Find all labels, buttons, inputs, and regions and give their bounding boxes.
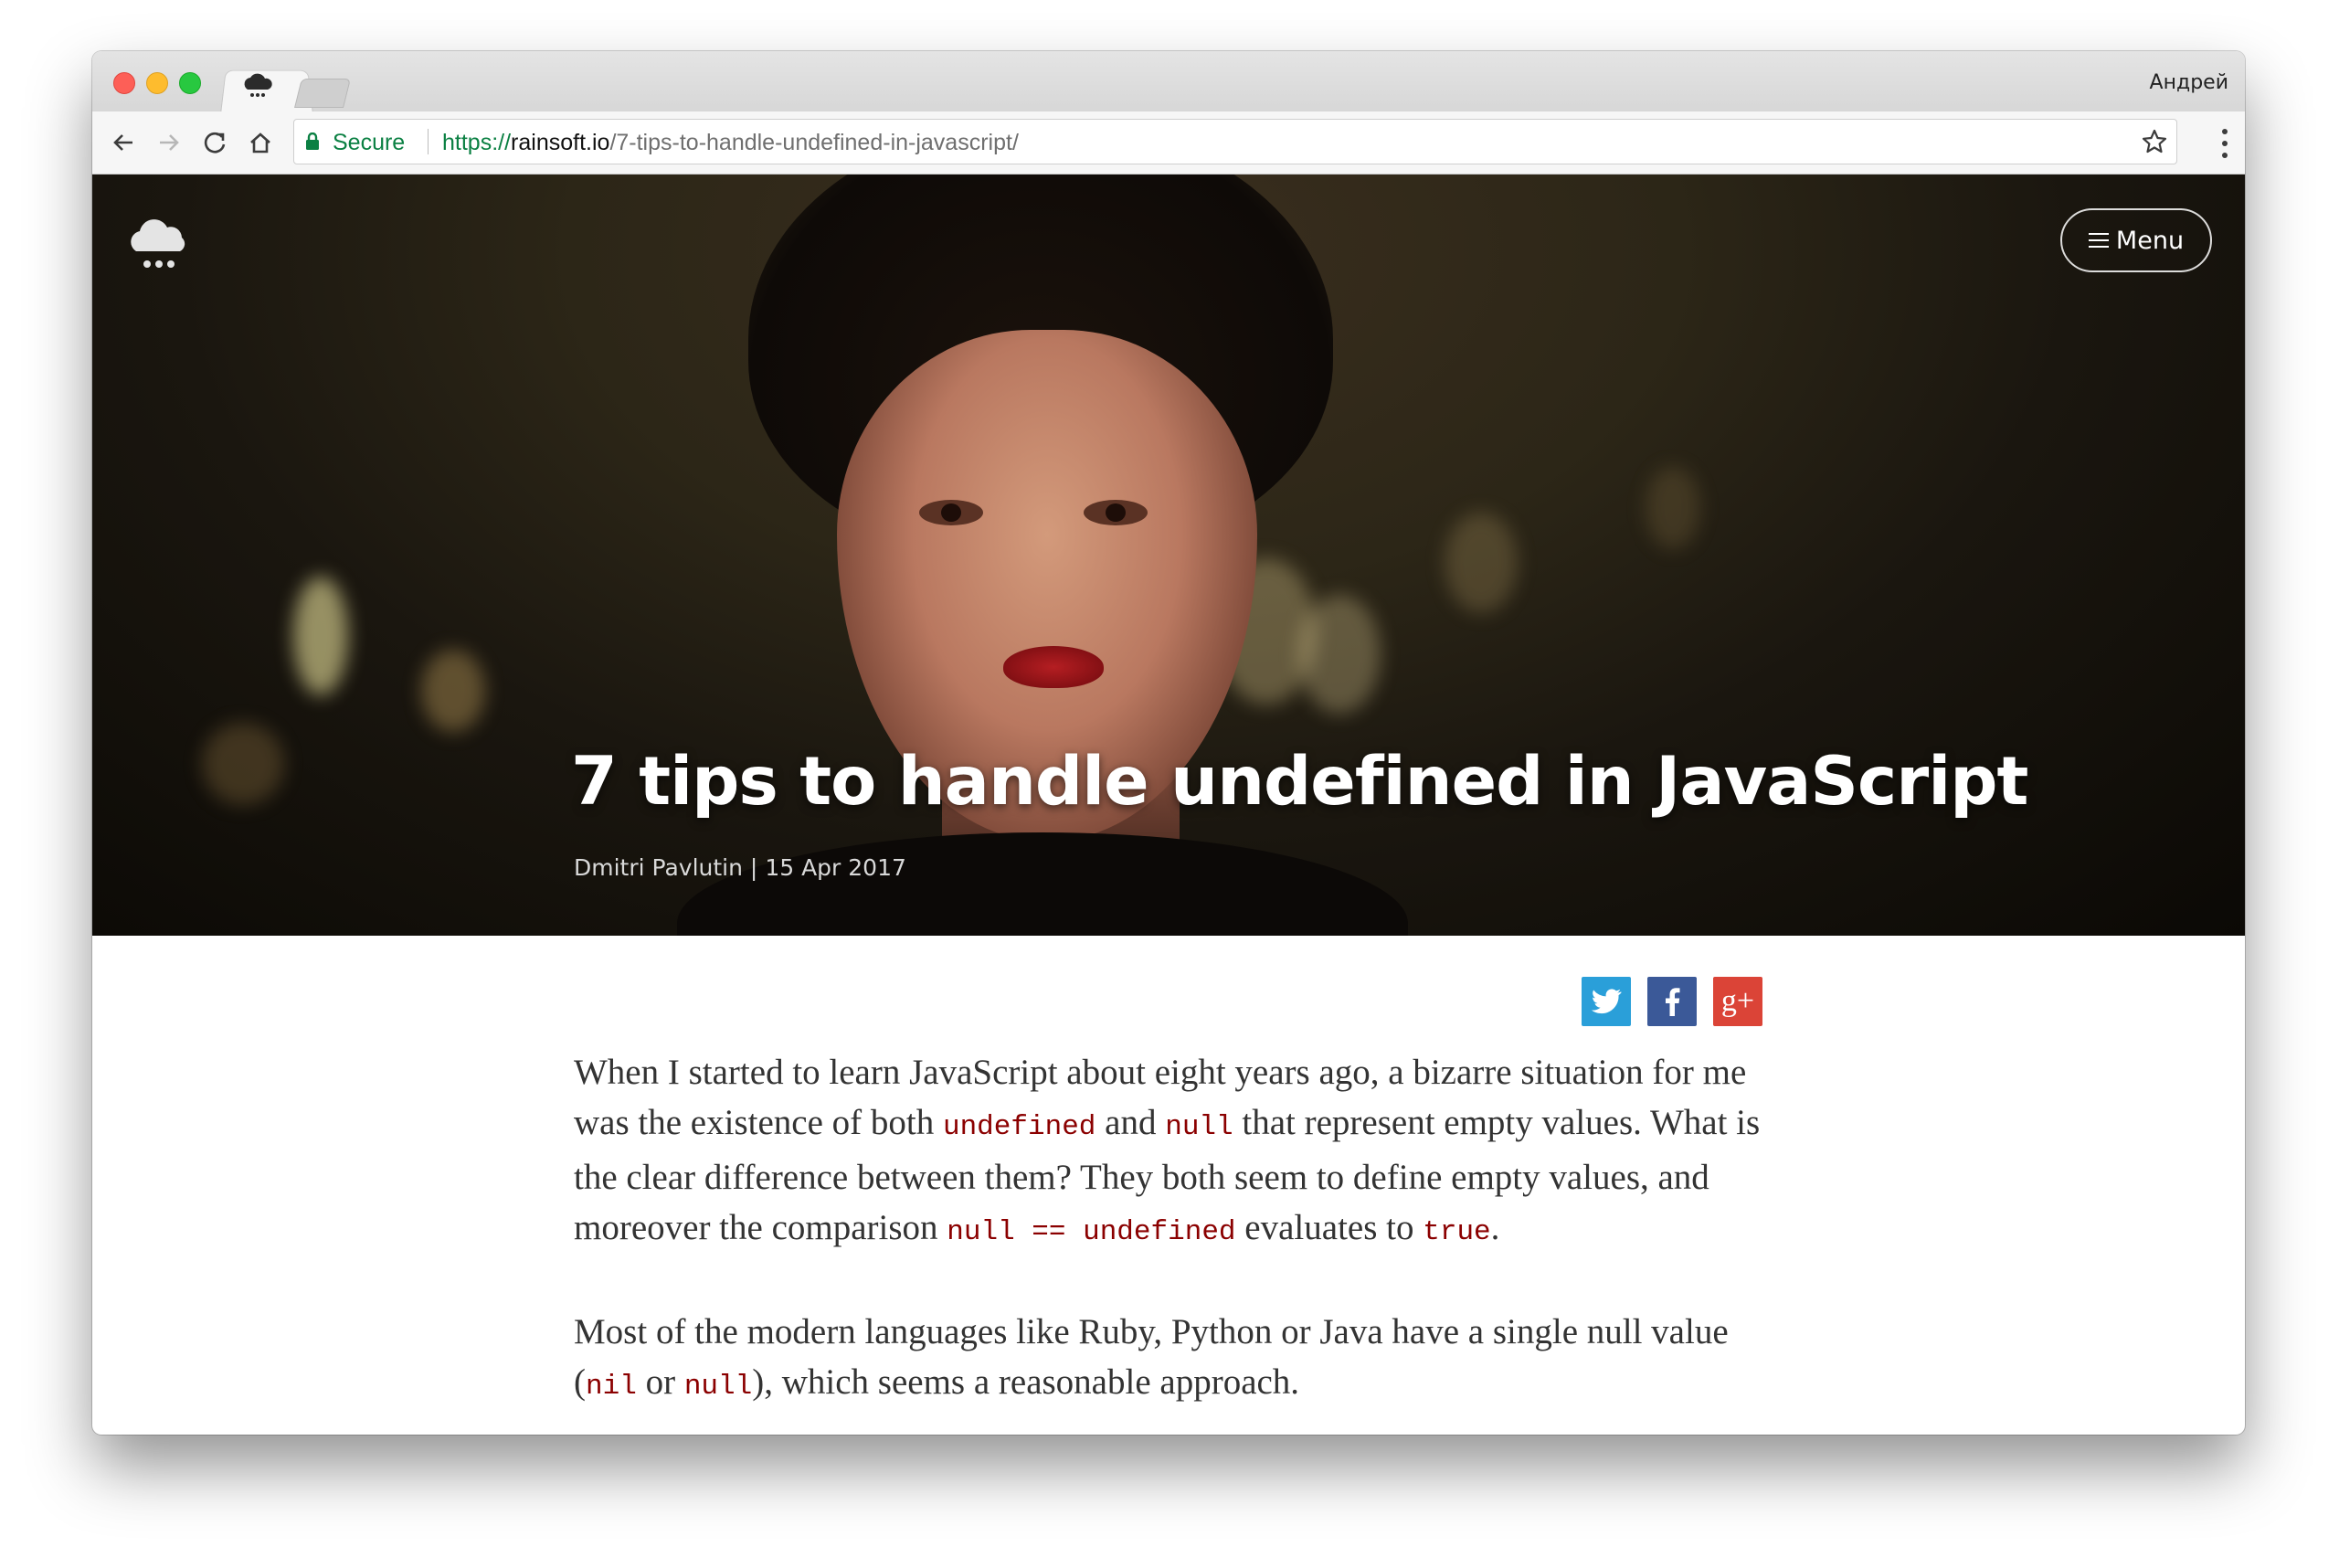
bokeh-light — [1445, 513, 1518, 613]
inline-code: null == undefined — [947, 1216, 1236, 1248]
paragraph-text: evaluates to — [1235, 1208, 1424, 1247]
article-title: 7 tips to handle undefined in JavaScript — [571, 743, 2028, 821]
article-paragraph: Most of the modern languages like Ruby, … — [574, 1307, 1771, 1412]
paragraph-text: or — [636, 1362, 684, 1402]
article-date: 15 Apr 2017 — [765, 854, 906, 881]
hero-banner: Menu 7 tips to handle undefined in JavaS… — [92, 175, 2245, 936]
address-separator — [428, 129, 429, 154]
browser-toolbar: Secure https://rainsoft.io/7-tips-to-han… — [92, 111, 2245, 175]
article-body: When I started to learn JavaScript about… — [574, 1047, 1771, 1435]
url-path: /7-tips-to-handle-undefined-in-javascrip… — [609, 130, 1019, 155]
close-window-button[interactable] — [113, 72, 135, 94]
tab-strip: Андрей — [92, 51, 2245, 114]
forward-arrow-icon[interactable] — [153, 126, 185, 159]
lock-icon — [306, 132, 319, 150]
home-icon[interactable] — [244, 126, 277, 159]
hero-photo-eye — [919, 500, 983, 525]
hero-photo-lips — [1003, 646, 1104, 688]
inline-code: nil — [586, 1371, 637, 1403]
inline-code: null — [683, 1371, 753, 1403]
new-tab-button[interactable] — [294, 79, 351, 108]
url-scheme: https:// — [442, 130, 512, 155]
bokeh-light — [293, 577, 348, 695]
hamburger-icon — [2088, 233, 2109, 248]
menu-button[interactable]: Menu — [2060, 208, 2212, 272]
bokeh-light — [1646, 467, 1700, 549]
url-host: rainsoft.io — [511, 130, 610, 155]
article-paragraph: When I started to learn JavaScript about… — [574, 1047, 1771, 1257]
browser-window: Андрей Secure https://rainsoft.io/7-tips… — [92, 51, 2245, 1435]
byline-separator: | — [742, 854, 766, 881]
minimize-window-button[interactable] — [146, 72, 168, 94]
share-facebook-button[interactable] — [1647, 977, 1697, 1026]
paragraph-text: . — [1490, 1208, 1500, 1247]
facebook-icon — [1666, 988, 1680, 1016]
more-menu-icon[interactable] — [2221, 128, 2228, 159]
inline-code: undefined — [942, 1111, 1096, 1143]
article-author[interactable]: Dmitri Pavlutin — [574, 854, 743, 881]
twitter-icon — [1591, 989, 1622, 1014]
bookmark-star-icon[interactable] — [2140, 127, 2169, 156]
url-text[interactable]: https://rainsoft.io/7-tips-to-handle-und… — [442, 130, 1019, 156]
bokeh-light — [1298, 595, 1381, 714]
google-plus-icon: g+ — [1720, 984, 1755, 1018]
inline-code: true — [1423, 1216, 1491, 1248]
profile-name[interactable]: Андрей — [2150, 71, 2228, 94]
site-logo-rain-cloud-icon[interactable] — [123, 207, 195, 279]
back-arrow-icon[interactable] — [107, 126, 140, 159]
menu-button-label: Menu — [2115, 226, 2185, 255]
paragraph-text: ), which seems a reasonable approach. — [752, 1362, 1300, 1402]
article-byline: Dmitri Pavlutin | 15 Apr 2017 — [574, 854, 906, 881]
bokeh-light — [202, 723, 284, 805]
paragraph-text: and — [1095, 1103, 1166, 1142]
rain-cloud-favicon-icon — [244, 73, 272, 97]
share-google-plus-button[interactable]: g+ — [1713, 977, 1762, 1026]
maximize-window-button[interactable] — [179, 72, 201, 94]
share-twitter-button[interactable] — [1582, 977, 1631, 1026]
hero-photo-eye — [1084, 500, 1148, 525]
reload-icon[interactable] — [198, 126, 231, 159]
secure-label: Secure — [333, 130, 406, 155]
address-bar[interactable]: Secure https://rainsoft.io/7-tips-to-han… — [293, 119, 2177, 164]
hero-photo-body — [677, 832, 1408, 936]
bokeh-light — [421, 650, 485, 732]
inline-code: null — [1165, 1111, 1233, 1143]
